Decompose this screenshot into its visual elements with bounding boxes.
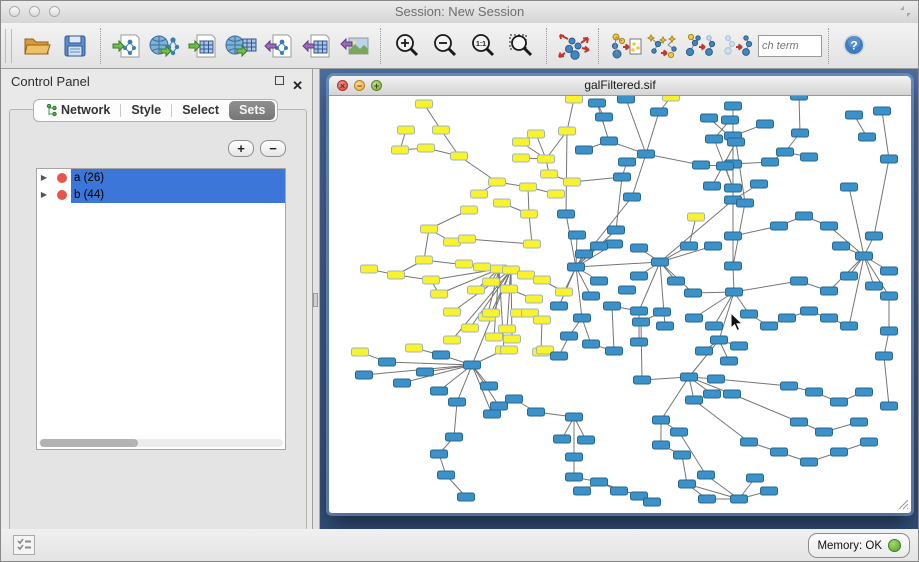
list-item-set-a[interactable]: ▶ a (26) [37, 169, 285, 186]
open-file-button[interactable] [18, 27, 56, 65]
save-session-button[interactable] [56, 27, 94, 65]
zoom-selected-region-button[interactable] [502, 27, 540, 65]
select-from-file-icon [608, 31, 642, 61]
import-table-from-web-icon [225, 32, 257, 60]
import-network-web-button[interactable] [146, 27, 184, 65]
sets-panel: + − ▶ a (26) ▶ b (44) [9, 109, 307, 562]
control-panel-title: Control Panel [11, 74, 90, 89]
zoom-actual-size-icon: 1:1 [469, 32, 497, 60]
zoom-out-button[interactable] [426, 27, 464, 65]
application-window: Session: New Session [0, 0, 919, 562]
horizontal-scrollbar[interactable] [39, 439, 283, 447]
float-panel-icon[interactable] [275, 76, 284, 85]
add-set-button[interactable]: + [228, 140, 254, 157]
toolbar-separator [100, 28, 102, 64]
export-table-icon [302, 32, 332, 60]
import-network-file-button[interactable] [108, 27, 146, 65]
select-first-neighbors-button[interactable] [644, 27, 682, 65]
zoom-in-icon [393, 32, 421, 60]
import-network-from-file-icon [112, 32, 142, 60]
control-panel-header: Control Panel ✕ [1, 69, 312, 95]
sets-list[interactable]: ▶ a (26) ▶ b (44) [36, 168, 286, 450]
help-button[interactable]: ? [842, 34, 866, 58]
new-network-from-selection-all-edges-button[interactable] [720, 27, 758, 65]
window-titlebar[interactable]: Session: New Session [1, 1, 918, 24]
window-title: Session: New Session [1, 4, 918, 19]
export-network-button[interactable] [260, 27, 298, 65]
task-history-button[interactable] [13, 535, 35, 555]
open-file-icon [22, 33, 52, 59]
set-color-icon [57, 190, 67, 200]
mouse-cursor [730, 312, 744, 332]
fullscreen-icon[interactable] [899, 5, 912, 18]
tab-label: Style [131, 101, 161, 120]
network-graph[interactable] [329, 96, 909, 510]
tab-select[interactable]: Select [172, 101, 229, 120]
new-network-from-selection-icon [684, 31, 718, 61]
tab-label: Select [182, 101, 219, 120]
tab-sets[interactable]: Sets [229, 101, 275, 120]
search-input[interactable] [758, 35, 822, 57]
toolbar-separator [598, 28, 600, 64]
export-image-button[interactable] [336, 27, 374, 65]
close-panel-icon[interactable]: ✕ [292, 73, 303, 99]
main-area: Control Panel ✕ Network Style [1, 69, 918, 529]
toolbar-separator [546, 28, 548, 64]
tab-label: Network [61, 101, 110, 120]
toolbar-separator [380, 28, 382, 64]
zoom-out-icon [431, 32, 459, 60]
expand-triangle-icon[interactable]: ▶ [37, 173, 51, 182]
set-label[interactable]: b (44) [71, 186, 285, 203]
export-image-icon [340, 32, 370, 60]
select-from-file-button[interactable] [606, 27, 644, 65]
memory-status-button[interactable]: Memory: OK [808, 533, 910, 558]
tab-label: Sets [239, 101, 265, 120]
zoom-selected-region-icon [507, 32, 535, 60]
set-label[interactable]: a (26) [71, 169, 285, 186]
remove-set-button[interactable]: − [260, 140, 286, 157]
scrollbar-thumb[interactable] [40, 439, 138, 447]
panel-splitter[interactable] [313, 69, 320, 529]
zoom-actual-size-button[interactable]: 1:1 [464, 27, 502, 65]
memory-status-label: Memory: OK [817, 540, 882, 552]
export-network-icon [264, 32, 294, 60]
network-window-titlebar[interactable]: × − + galFiltered.sif [329, 76, 911, 96]
svg-text:1:1: 1:1 [476, 41, 486, 48]
network-view-title: galFiltered.sif [329, 78, 911, 92]
export-table-button[interactable] [298, 27, 336, 65]
task-checklist-icon [16, 537, 32, 551]
import-table-from-file-icon [188, 32, 218, 60]
expand-triangle-icon[interactable]: ▶ [37, 190, 51, 199]
save-session-icon [62, 33, 88, 59]
network-tree-icon [46, 104, 57, 117]
tab-style[interactable]: Style [121, 101, 171, 120]
toolbar-grip[interactable] [5, 29, 12, 63]
help-icon: ? [843, 34, 865, 56]
splitter-collapse-handle[interactable] [313, 293, 318, 307]
control-panel: Control Panel ✕ Network Style [1, 69, 313, 529]
network-view-window[interactable]: × − + galFiltered.sif [329, 76, 911, 513]
set-color-icon [57, 173, 67, 183]
status-bar: Memory: OK [1, 529, 918, 562]
apply-layout-button[interactable] [554, 27, 592, 65]
import-table-web-button[interactable] [222, 27, 260, 65]
new-network-from-selection-all-edges-icon [722, 31, 756, 61]
zoom-in-button[interactable] [388, 27, 426, 65]
main-toolbar: 1:1 [1, 23, 918, 69]
list-item-set-b[interactable]: ▶ b (44) [37, 186, 285, 203]
toolbar-separator [828, 28, 830, 64]
memory-ok-icon [888, 539, 901, 552]
apply-layout-icon [556, 31, 590, 61]
import-network-from-web-icon [149, 32, 181, 60]
network-desktop: × − + galFiltered.sif [320, 69, 918, 529]
resize-grip-icon[interactable] [897, 498, 909, 510]
control-panel-tabs: Network Style Select Sets [33, 99, 278, 122]
tab-network[interactable]: Network [36, 101, 120, 120]
svg-text:?: ? [850, 38, 857, 52]
network-canvas[interactable] [329, 96, 911, 512]
select-first-neighbors-icon [646, 31, 680, 61]
new-network-from-selection-button[interactable] [682, 27, 720, 65]
import-table-file-button[interactable] [184, 27, 222, 65]
